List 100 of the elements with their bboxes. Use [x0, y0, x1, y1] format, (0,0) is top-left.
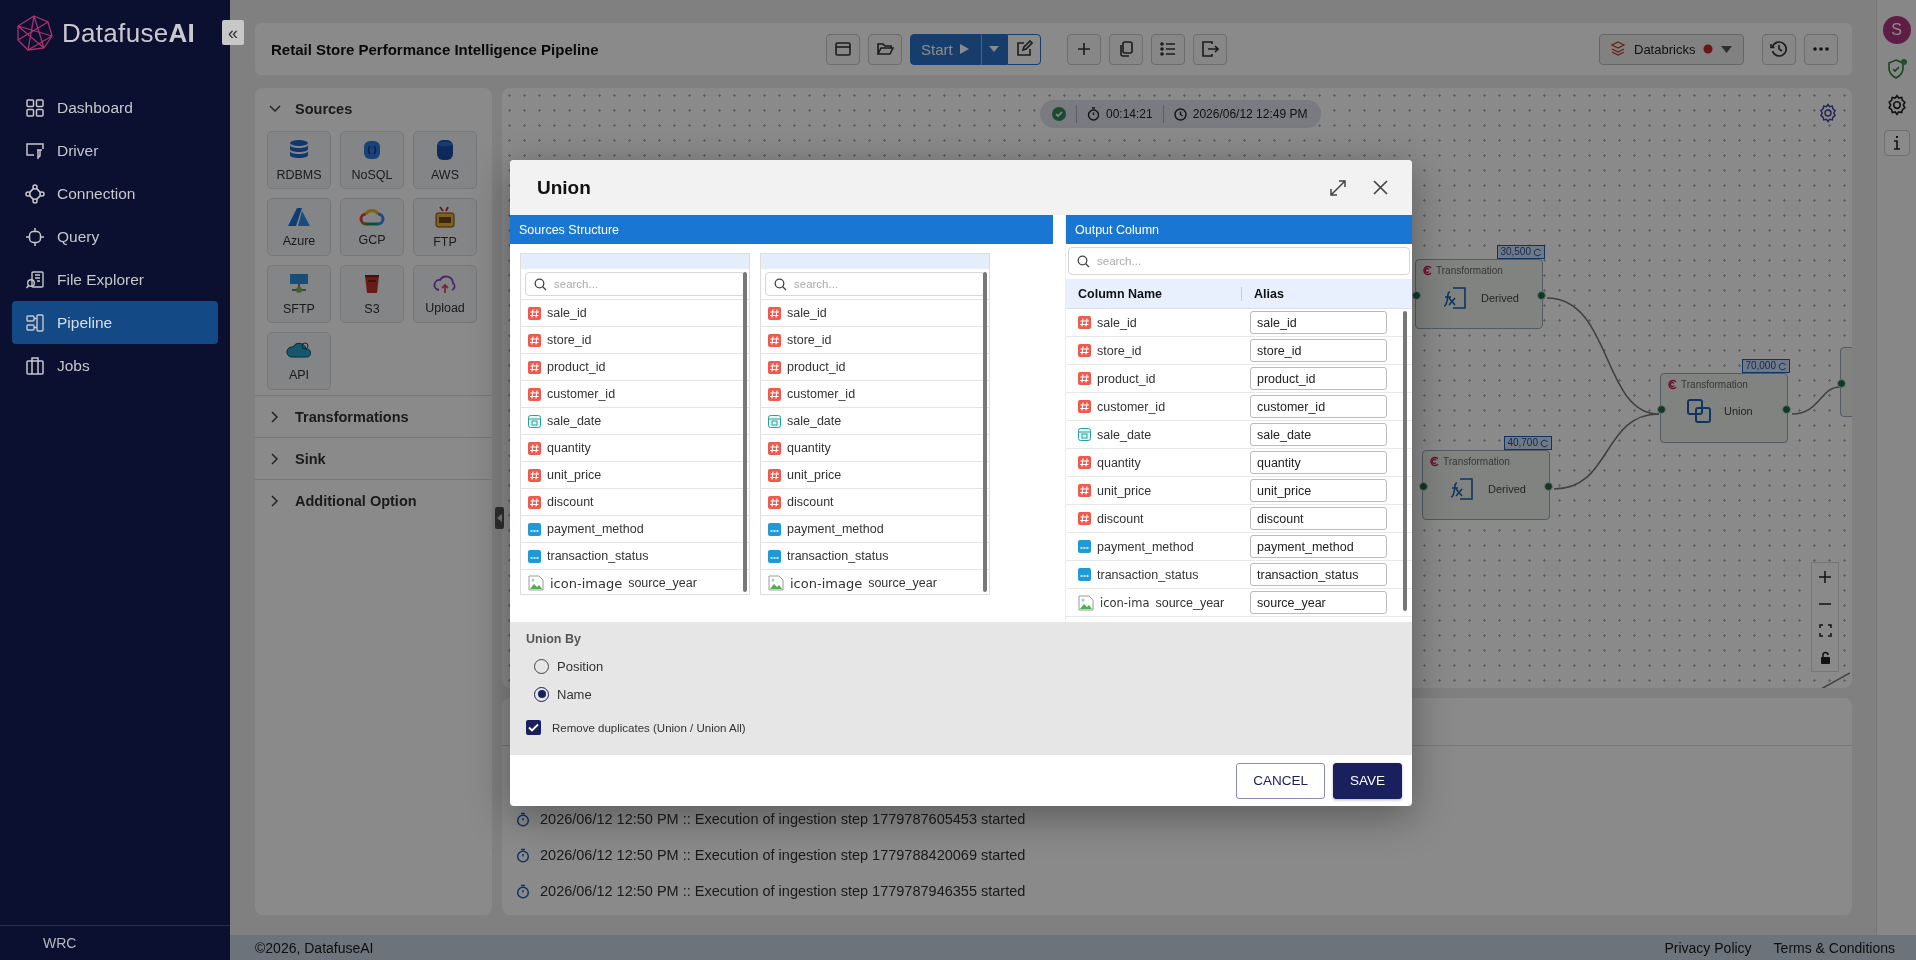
dialog-title: Union	[537, 176, 592, 199]
alias-field[interactable]: quantity	[1250, 451, 1387, 474]
search-field[interactable]: search...	[525, 272, 745, 296]
column-name: payment_method	[1097, 539, 1194, 554]
field-name: customer_id	[547, 387, 616, 401]
source-tile[interactable]: SFTP	[267, 265, 331, 323]
field-name: sale_date	[547, 414, 602, 428]
column-name: product_id	[1097, 371, 1156, 386]
node-label: Derived	[1488, 483, 1526, 495]
alias-field[interactable]: payment_method	[1250, 535, 1387, 558]
source-tile[interactable]: Azure	[267, 198, 331, 256]
field-name: transaction_status	[547, 549, 649, 563]
column-name: unit_price	[1097, 483, 1152, 498]
source-tile[interactable]: RDBMS	[267, 131, 331, 189]
column-name: discount	[1097, 511, 1144, 526]
source-tile[interactable]: S3	[340, 265, 404, 323]
field-name: payment_method	[547, 522, 644, 536]
pipeline-node[interactable]: Transformation Union	[1660, 373, 1788, 443]
section-header[interactable]: Additional Option	[255, 479, 492, 521]
alias-field[interactable]: store_id	[1250, 339, 1387, 362]
row-count: 40,700	[1507, 437, 1538, 449]
section-header[interactable]: Sources	[255, 88, 492, 129]
nav-item[interactable]: File Explorer	[12, 258, 218, 301]
node-category: Transformation	[1436, 265, 1503, 276]
source-tile[interactable]: NoSQL	[340, 131, 404, 189]
field-name: source_year	[628, 576, 697, 590]
alias-field[interactable]: customer_id	[1250, 395, 1387, 418]
section-title: Sources	[295, 100, 353, 117]
field-name: store_id	[787, 333, 832, 347]
field-name: product_id	[787, 360, 846, 374]
nav-item[interactable]: Dashboard	[12, 86, 218, 129]
section-title: Transformations	[295, 408, 409, 425]
node-label: Union	[1724, 405, 1753, 417]
nav-item[interactable]: Driver	[12, 129, 218, 172]
alias-field[interactable]: transaction_status	[1250, 563, 1387, 586]
nav-item[interactable]: Pipeline	[12, 301, 218, 344]
alias-field[interactable]: sale_date	[1250, 423, 1387, 446]
node-category: Transformation	[1443, 456, 1510, 467]
field-name: discount	[547, 495, 594, 509]
union-by-label: Union By	[526, 632, 581, 646]
engine-name: Databricks	[1634, 41, 1696, 57]
copyright: ©2026, DatafuseAI	[255, 939, 374, 956]
pipeline-title: Retail Store Performance Intelligence Pipeline	[271, 40, 600, 58]
engine-dropdown[interactable]: Databricks	[1599, 33, 1744, 65]
field-name: sale_id	[787, 306, 827, 320]
elapsed-time: 00:14:21	[1106, 107, 1153, 121]
column-name: sale_id	[1097, 315, 1137, 330]
column-name: transaction_status	[1097, 567, 1199, 582]
log-entry: 2026/06/12 12:50 PM :: Execution of ingestion step 1779788420069 started	[540, 847, 1026, 863]
field-name: store_id	[547, 333, 592, 347]
footer-link[interactable]: Privacy Policy	[1664, 939, 1752, 956]
alias-field[interactable]: discount	[1250, 507, 1387, 530]
source-tile[interactable]: GCP	[340, 198, 404, 256]
radio-label: Position	[557, 658, 604, 674]
pipeline-node[interactable]: Transformation Derived	[1415, 259, 1543, 329]
checkbox-label: Remove duplicates (Union / Union All)	[552, 721, 746, 734]
alias-field[interactable]: unit_price	[1250, 479, 1387, 502]
field-name: transaction_status	[787, 549, 889, 563]
section-header[interactable]: Sink	[255, 437, 492, 479]
nav-item[interactable]: Jobs	[12, 344, 218, 387]
user-avatar[interactable]: S	[1882, 16, 1911, 44]
radio-label: Name	[557, 686, 592, 702]
column-header: Column Name	[1066, 286, 1242, 301]
section-title: Additional Option	[295, 492, 417, 509]
nav-item[interactable]: Connection	[12, 172, 218, 215]
node-category: Transformation	[1681, 379, 1748, 390]
cancel-button[interactable]: CANCEL	[1236, 762, 1325, 799]
footer-link[interactable]: Terms & Conditions	[1773, 939, 1895, 956]
image-alt-text: icon-image	[550, 575, 623, 591]
field-name: product_id	[547, 360, 606, 374]
alias-field[interactable]: sale_id	[1250, 311, 1387, 334]
image-alt-text: icon-image	[790, 575, 863, 591]
nav-item[interactable]: Query	[12, 215, 218, 258]
alias-field[interactable]: source_year	[1250, 591, 1387, 614]
pipeline-node[interactable]: Transformation Derived	[1422, 450, 1550, 520]
alias-field[interactable]: product_id	[1250, 367, 1387, 390]
row-count: 70,000	[1745, 360, 1776, 372]
source-tile[interactable]: API	[267, 332, 331, 390]
search-field[interactable]: search...	[1068, 247, 1410, 275]
source-tile[interactable]: FTP	[413, 198, 477, 256]
field-name: discount	[787, 495, 834, 509]
column-name: source_year	[1155, 595, 1225, 610]
save-button[interactable]: SAVE	[1333, 762, 1402, 799]
source-tile[interactable]: Upload	[413, 265, 477, 323]
field-name: unit_price	[787, 468, 842, 482]
column-name: sale_date	[1097, 427, 1152, 442]
start-button[interactable]: Start	[910, 33, 981, 65]
collapse-button[interactable]: «	[222, 20, 244, 45]
field-name: quantity	[787, 441, 831, 455]
column-header: Alias	[1253, 286, 1284, 301]
search-field[interactable]: search...	[765, 272, 985, 296]
run-timestamp: 2026/06/12 12:49 PM	[1192, 107, 1308, 121]
source-tile[interactable]: AWS	[413, 131, 477, 189]
column-name: quantity	[1097, 455, 1141, 470]
column-name: store_id	[1097, 343, 1142, 358]
field-name: quantity	[547, 441, 591, 455]
field-name: source_year	[868, 576, 937, 590]
panel-heading: Output Column	[1066, 215, 1412, 244]
section-header[interactable]: Transformations	[255, 395, 492, 437]
logo-text: DatafuseAI	[62, 17, 196, 49]
